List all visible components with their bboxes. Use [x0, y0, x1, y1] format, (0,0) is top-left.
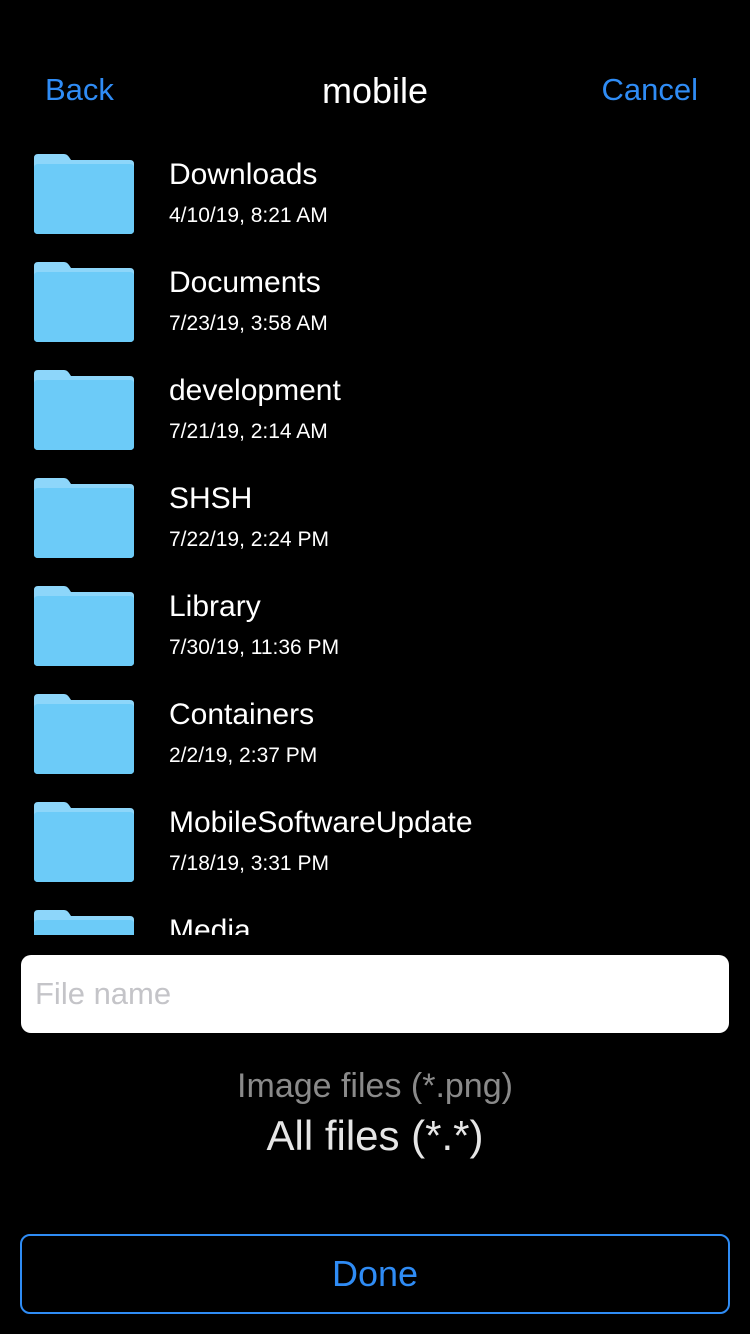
done-button[interactable]: Done — [20, 1234, 730, 1314]
file-name: Library — [169, 590, 261, 623]
file-name: Documents — [169, 266, 321, 299]
list-item[interactable]: MobileSoftwareUpdate 7/18/19, 3:31 PM — [0, 788, 750, 896]
cancel-button[interactable]: Cancel — [602, 72, 699, 108]
folder-icon — [34, 802, 134, 882]
list-item[interactable]: development 7/21/19, 2:14 AM — [0, 356, 750, 464]
picker-option-all-files[interactable]: All files (*.*) — [0, 1112, 750, 1160]
file-name: SHSH — [169, 482, 253, 515]
picker-option-image-files[interactable]: Image files (*.png) — [0, 1067, 750, 1106]
file-name-input[interactable] — [21, 955, 729, 1033]
file-date: 4/10/19, 8:21 AM — [169, 204, 328, 227]
folder-icon — [34, 694, 134, 774]
folder-icon — [34, 478, 134, 558]
file-name-field[interactable] — [21, 955, 729, 1033]
file-date: 7/21/19, 2:14 AM — [169, 420, 328, 443]
folder-icon — [34, 262, 134, 342]
list-item[interactable]: Documents 7/23/19, 3:58 AM — [0, 248, 750, 356]
file-date: 2/2/19, 2:37 PM — [169, 744, 318, 767]
file-name: Media — [169, 914, 251, 935]
list-item[interactable]: SHSH 7/22/19, 2:24 PM — [0, 464, 750, 572]
folder-icon — [34, 586, 134, 666]
file-name: MobileSoftwareUpdate — [169, 806, 473, 839]
file-name: Downloads — [169, 158, 318, 191]
file-date: 7/22/19, 2:24 PM — [169, 528, 329, 551]
file-date: 7/23/19, 3:58 AM — [169, 312, 328, 335]
file-date: 7/30/19, 11:36 PM — [169, 636, 340, 659]
file-date: 7/18/19, 3:31 PM — [169, 852, 329, 875]
picker-option-faded — [0, 1046, 750, 1060]
file-name: Containers — [169, 698, 315, 731]
folder-icon — [34, 154, 134, 234]
folder-icon — [34, 370, 134, 450]
folder-icon — [34, 910, 134, 935]
file-name: development — [169, 374, 341, 407]
list-item[interactable]: Library 7/30/19, 11:36 PM — [0, 572, 750, 680]
list-item[interactable]: Containers 2/2/19, 2:37 PM — [0, 680, 750, 788]
back-button[interactable]: Back — [45, 72, 114, 108]
list-item[interactable]: Downloads 4/10/19, 8:21 AM — [0, 140, 750, 248]
file-list[interactable]: Downloads 4/10/19, 8:21 AM Documents 7/2… — [0, 140, 750, 935]
list-item[interactable]: Media — [0, 896, 750, 935]
file-type-picker[interactable]: Image files (*.png) All files (*.*) — [0, 1036, 750, 1186]
